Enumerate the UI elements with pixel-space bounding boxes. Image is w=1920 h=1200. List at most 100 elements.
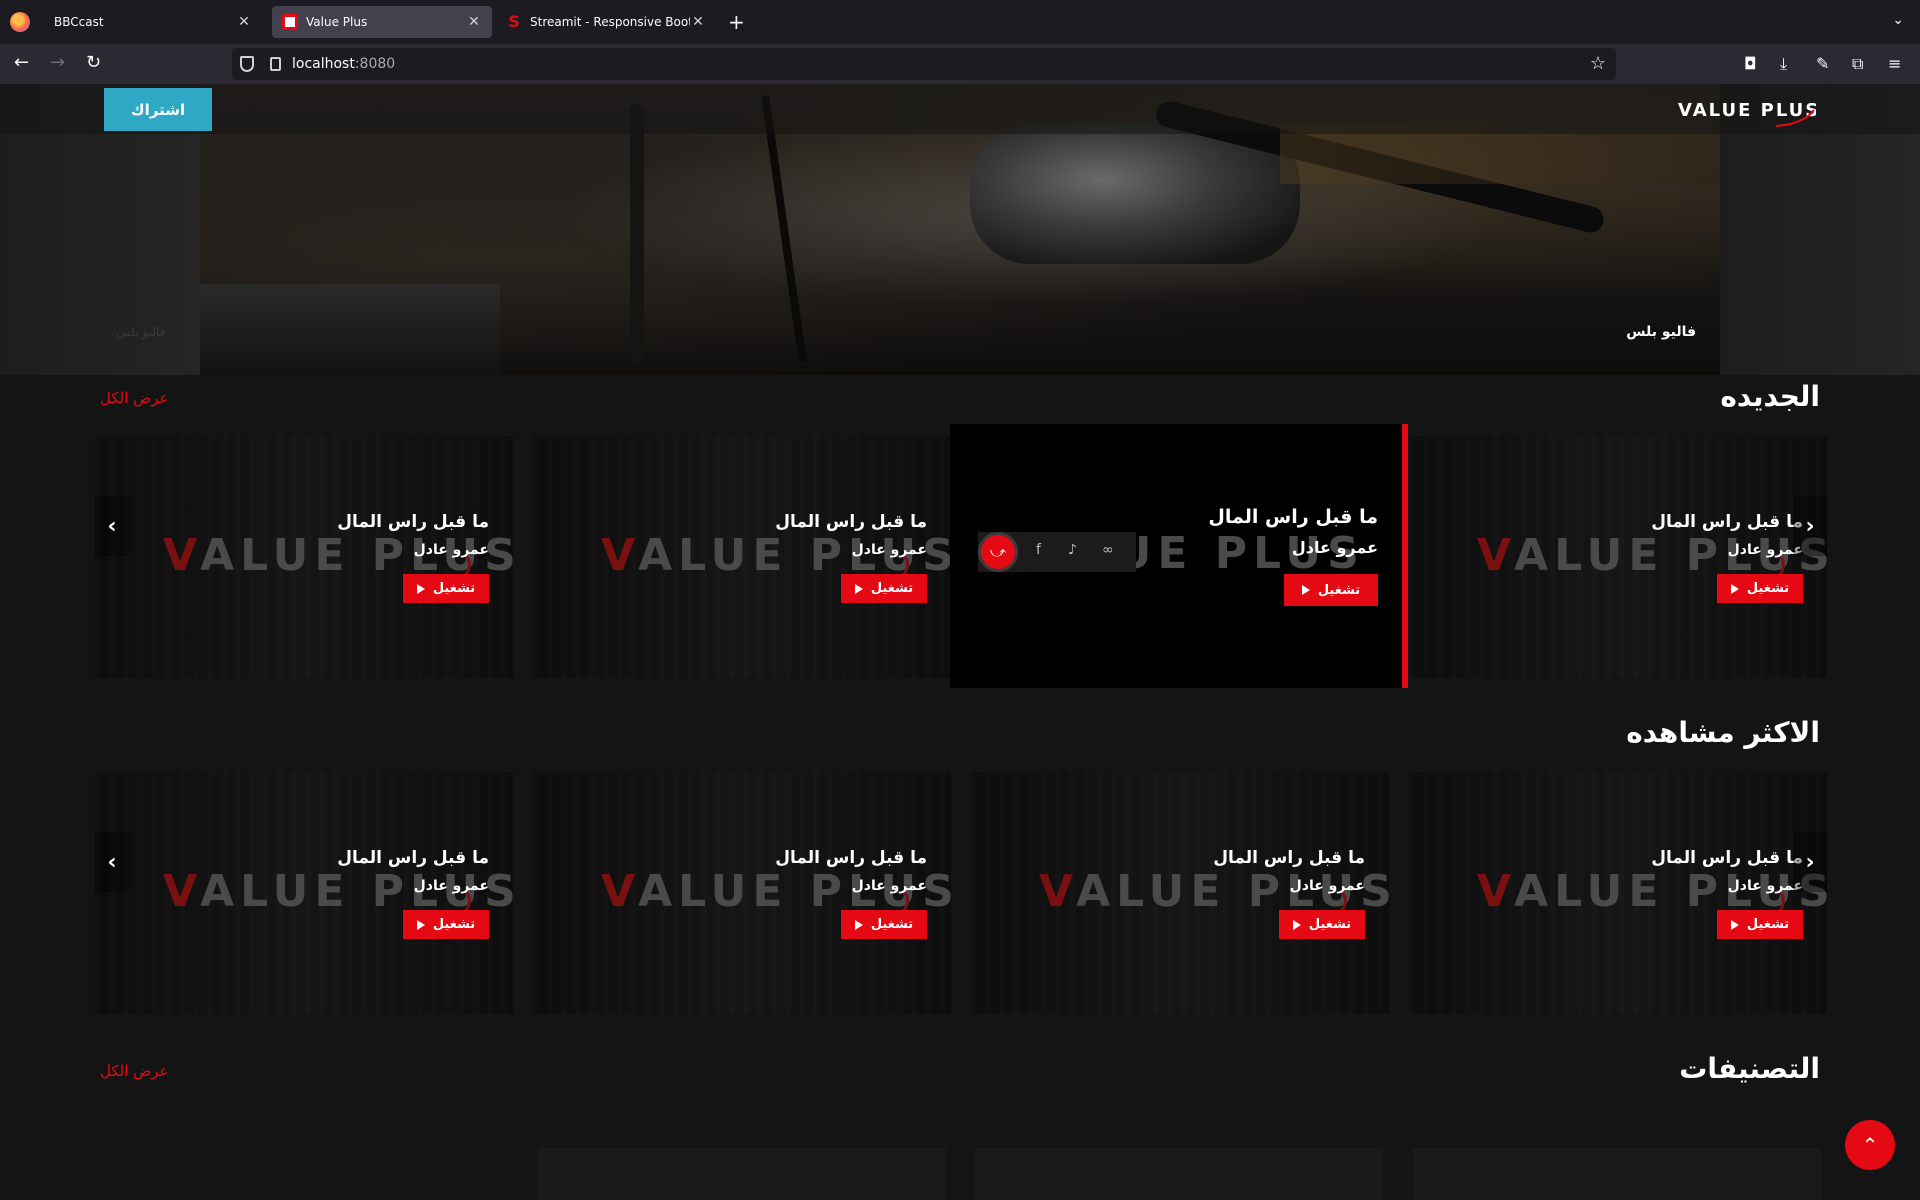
page-icon: [270, 57, 281, 71]
video-card[interactable]: VALUE PLUS ما قبل راس المال عمرو عادل تش…: [971, 772, 1389, 1014]
section-title-categories: التصنيفات: [1679, 1052, 1820, 1085]
carousel-most-watched: VALUE PLUS ما قبل راس المال عمرو عادل تش…: [95, 772, 1827, 1014]
video-card[interactable]: VALUE PLUS ما قبل راس المال عمرو عادل تش…: [533, 436, 951, 678]
hero-stand-shape: [630, 104, 644, 364]
tab-bbccast[interactable]: BBCcast ✕: [44, 6, 262, 38]
card-subtitle: عمرو عادل: [851, 878, 927, 894]
page: فاليو بلس فاليو بلس اشتراك VALUE PLUS ال…: [0, 84, 1920, 1200]
play-button[interactable]: تشغيل: [841, 574, 927, 603]
card-title: ما قبل راس المال: [1213, 848, 1365, 868]
card-title: ما قبل راس المال: [337, 512, 489, 532]
tab-title: Streamit - Responsive Bootstrap: [530, 15, 690, 29]
wrench-icon[interactable]: ✎: [1816, 54, 1829, 73]
play-button[interactable]: تشغيل: [1717, 910, 1803, 939]
video-card[interactable]: VALUE PLUS ما قبل راس المال عمرو عادل تش…: [1409, 772, 1827, 1014]
video-card[interactable]: VALUE PLUS ما قبل راس المال عمرو عادل تش…: [1409, 436, 1827, 678]
back-button[interactable]: ←: [14, 52, 29, 73]
card-title: ما قبل راس المال: [1651, 848, 1803, 868]
value-plus-logo[interactable]: VALUE PLUS: [1676, 94, 1818, 130]
bookmark-star-icon[interactable]: ☆: [1590, 53, 1606, 74]
play-button[interactable]: تشغيل: [1717, 574, 1803, 603]
card-subtitle: عمرو عادل: [1289, 878, 1365, 894]
pocket-icon[interactable]: ◘: [1744, 54, 1757, 73]
view-all-link[interactable]: عرض الكل: [100, 1062, 169, 1080]
play-icon: [1730, 919, 1739, 930]
play-label: تشغيل: [870, 917, 914, 932]
play-icon: [416, 583, 425, 594]
site-header: اشتراك VALUE PLUS: [0, 84, 1920, 134]
tab-title: BBCcast: [54, 15, 104, 29]
card-subtitle: عمرو عادل: [413, 542, 489, 558]
category-card[interactable]: [975, 1148, 1383, 1200]
logo-v: V: [1477, 530, 1515, 581]
play-icon: [1292, 919, 1301, 930]
card-subtitle: عمرو عادل: [413, 878, 489, 894]
play-icon: [416, 919, 425, 930]
play-button[interactable]: تشغيل: [403, 910, 489, 939]
play-icon: [854, 583, 863, 594]
carousel-new: VALUE PLUS ما قبل راس المال عمرو عادل تش…: [95, 424, 1827, 688]
extensions-icon[interactable]: ⧉: [1852, 54, 1863, 74]
view-all-link[interactable]: عرض الكل: [100, 389, 169, 407]
url-text[interactable]: localhost:8080: [292, 56, 395, 72]
tab-value-plus[interactable]: Value Plus ✕: [272, 6, 492, 38]
play-label: تشغيل: [1746, 581, 1790, 596]
video-card[interactable]: VALUE PLUS ما قبل راس المال عمرو عادل تش…: [95, 772, 513, 1014]
play-label: تشغيل: [1308, 917, 1352, 932]
link-icon[interactable]: ∞: [1102, 542, 1114, 558]
card-title: ما قبل راس المال: [775, 512, 927, 532]
facebook-icon[interactable]: f: [1036, 542, 1041, 558]
share-icon[interactable]: ⤻: [978, 532, 1018, 572]
new-tab-button[interactable]: +: [728, 10, 745, 34]
menu-icon[interactable]: ≡: [1888, 54, 1901, 73]
carousel-prev-button[interactable]: ‹: [95, 832, 129, 892]
shield-icon[interactable]: [240, 56, 254, 72]
category-card[interactable]: [1413, 1148, 1821, 1200]
play-label: تشغيل: [432, 917, 476, 932]
logo-v: V: [601, 866, 639, 917]
tab-title: Value Plus: [306, 15, 368, 29]
section-title-most-watched: الاكثر مشاهده: [1626, 716, 1820, 749]
video-card-hovered[interactable]: VALUE PLUS ⤻ f ♪ ∞ ما قبل راس المال عمرو…: [950, 424, 1408, 688]
play-button[interactable]: تشغيل: [1284, 574, 1378, 606]
hero-desk-shape: [200, 284, 500, 375]
play-button[interactable]: تشغيل: [1279, 910, 1365, 939]
logo-graphic: VALUE PLUS: [1678, 100, 1818, 127]
url-bar[interactable]: localhost:8080 ☆: [232, 48, 1616, 80]
close-icon[interactable]: ✕: [236, 14, 252, 30]
card-subtitle: عمرو عادل: [1727, 542, 1803, 558]
carousel-next-button[interactable]: ›: [1793, 832, 1827, 892]
firefox-icon: [10, 12, 30, 32]
hero-caption: فاليو بلس: [1626, 324, 1696, 340]
reload-button[interactable]: ↻: [86, 52, 101, 73]
card-title: ما قبل راس المال: [775, 848, 927, 868]
play-label: تشغيل: [1746, 917, 1790, 932]
twitter-icon[interactable]: ♪: [1068, 542, 1077, 558]
download-icon[interactable]: ⤓: [1780, 54, 1787, 74]
logo-v: V: [163, 530, 201, 581]
close-icon[interactable]: ✕: [466, 14, 482, 30]
tab-streamit[interactable]: S Streamit - Responsive Bootstrap ✕: [496, 6, 716, 38]
card-title: ما قبل راس المال: [1208, 506, 1378, 528]
url-port: :8080: [354, 56, 396, 72]
section-title-new: الجديده: [1720, 380, 1820, 413]
play-button[interactable]: تشغيل: [841, 910, 927, 939]
browser-tab-bar: BBCcast ✕ Value Plus ✕ S Streamit - Resp…: [0, 0, 1920, 44]
category-card[interactable]: [538, 1148, 946, 1200]
card-subtitle: عمرو عادل: [1727, 878, 1803, 894]
forward-button[interactable]: →: [50, 52, 65, 73]
tab-list-chevron-icon[interactable]: ⌄: [1892, 12, 1904, 28]
video-card[interactable]: VALUE PLUS ما قبل راس المال عمرو عادل تش…: [533, 772, 951, 1014]
value-plus-favicon-icon: [282, 14, 298, 30]
carousel-prev-button[interactable]: ‹: [95, 496, 129, 556]
subscribe-button[interactable]: اشتراك: [104, 88, 212, 131]
play-button[interactable]: تشغيل: [403, 574, 489, 603]
card-subtitle: عمرو عادل: [1291, 538, 1378, 557]
video-card[interactable]: VALUE PLUS ما قبل راس المال عمرو عادل تش…: [95, 436, 513, 678]
play-icon: [1730, 583, 1739, 594]
hero-stand-shape: [761, 94, 807, 364]
play-label: تشغيل: [870, 581, 914, 596]
close-icon[interactable]: ✕: [690, 14, 706, 30]
scroll-to-top-button[interactable]: ⌃: [1845, 1120, 1895, 1170]
carousel-next-button[interactable]: ›: [1793, 496, 1827, 556]
